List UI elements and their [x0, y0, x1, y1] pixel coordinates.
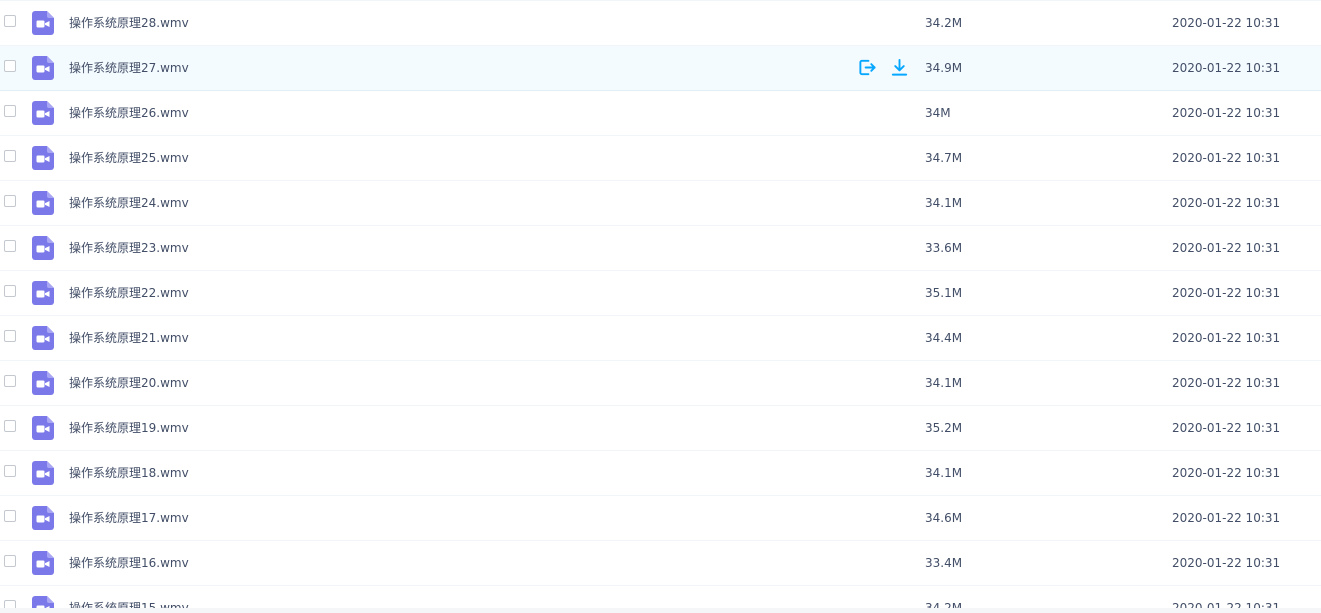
file-size: 35.2M: [925, 421, 963, 435]
file-size: 35.1M: [925, 286, 963, 300]
video-file-icon: [32, 506, 54, 530]
file-name[interactable]: 操作系统原理19.wmv: [69, 420, 189, 436]
row-checkbox[interactable]: [4, 420, 16, 432]
video-file-icon: [32, 371, 54, 395]
video-file-icon: [32, 56, 54, 80]
file-name[interactable]: 操作系统原理22.wmv: [69, 285, 189, 301]
file-size: 34M: [925, 106, 951, 120]
file-size: 33.6M: [925, 241, 963, 255]
row-checkbox[interactable]: [4, 150, 16, 162]
video-file-icon: [32, 551, 54, 575]
file-modified-date: 2020-01-22 10:31: [1172, 286, 1281, 300]
file-row[interactable]: 操作系统原理25.wmv 34.7M 2020-01-22 10:31: [0, 136, 1321, 181]
file-row[interactable]: 操作系统原理21.wmv 34.4M 2020-01-22 10:31: [0, 316, 1321, 361]
file-modified-date: 2020-01-22 10:31: [1172, 331, 1281, 345]
file-modified-date: 2020-01-22 10:31: [1172, 466, 1281, 480]
video-file-icon: [32, 191, 54, 215]
file-row[interactable]: 操作系统原理15.wmv 34.2M 2020-01-22 10:31: [0, 586, 1321, 609]
file-modified-date: 2020-01-22 10:31: [1172, 151, 1281, 165]
file-modified-date: 2020-01-22 10:31: [1172, 196, 1281, 210]
video-file-icon: [32, 281, 54, 305]
row-checkbox[interactable]: [4, 330, 16, 342]
file-name[interactable]: 操作系统原理18.wmv: [69, 465, 189, 481]
file-size: 34.6M: [925, 511, 963, 525]
video-file-icon: [32, 326, 54, 350]
file-name[interactable]: 操作系统原理23.wmv: [69, 240, 189, 256]
video-file-icon: [32, 101, 54, 125]
file-row[interactable]: 操作系统原理22.wmv 35.1M 2020-01-22 10:31: [0, 271, 1321, 316]
row-checkbox[interactable]: [4, 105, 16, 117]
file-modified-date: 2020-01-22 10:31: [1172, 106, 1281, 120]
file-size: 34.1M: [925, 466, 963, 480]
file-size: 34.7M: [925, 151, 963, 165]
file-name[interactable]: 操作系统原理21.wmv: [69, 330, 189, 346]
file-row[interactable]: 操作系统原理28.wmv 34.2M 2020-01-22 10:31: [0, 1, 1321, 46]
file-size: 34.4M: [925, 331, 963, 345]
file-modified-date: 2020-01-22 10:31: [1172, 241, 1281, 255]
file-row[interactable]: 操作系统原理16.wmv 33.4M 2020-01-22 10:31: [0, 541, 1321, 586]
video-file-icon: [32, 236, 54, 260]
video-file-icon: [32, 461, 54, 485]
row-checkbox[interactable]: [4, 465, 16, 477]
bottom-scroll-area: [0, 608, 1321, 613]
row-checkbox[interactable]: [4, 15, 16, 27]
file-name[interactable]: 操作系统原理16.wmv: [69, 555, 189, 571]
file-modified-date: 2020-01-22 10:31: [1172, 376, 1281, 390]
row-checkbox[interactable]: [4, 555, 16, 567]
file-size: 34.9M: [925, 61, 963, 75]
file-row[interactable]: 操作系统原理24.wmv 34.1M 2020-01-22 10:31: [0, 181, 1321, 226]
row-checkbox[interactable]: [4, 195, 16, 207]
video-file-icon: [32, 416, 54, 440]
file-row[interactable]: 操作系统原理26.wmv 34M 2020-01-22 10:31: [0, 91, 1321, 136]
row-checkbox[interactable]: [4, 375, 16, 387]
file-row[interactable]: 操作系统原理20.wmv 34.1M 2020-01-22 10:31: [0, 361, 1321, 406]
file-name[interactable]: 操作系统原理17.wmv: [69, 510, 189, 526]
file-name[interactable]: 操作系统原理25.wmv: [69, 150, 189, 166]
file-row[interactable]: 操作系统原理27.wmv 34.9M 2020-01-22 10:31: [0, 46, 1321, 91]
row-checkbox[interactable]: [4, 510, 16, 522]
file-modified-date: 2020-01-22 10:31: [1172, 556, 1281, 570]
file-size: 33.4M: [925, 556, 963, 570]
video-file-icon: [32, 146, 54, 170]
file-size: 34.2M: [925, 16, 963, 30]
row-checkbox[interactable]: [4, 60, 16, 72]
download-icon[interactable]: [890, 58, 909, 77]
file-name[interactable]: 操作系统原理24.wmv: [69, 195, 189, 211]
file-row[interactable]: 操作系统原理23.wmv 33.6M 2020-01-22 10:31: [0, 226, 1321, 271]
file-row[interactable]: 操作系统原理19.wmv 35.2M 2020-01-22 10:31: [0, 406, 1321, 451]
file-row[interactable]: 操作系统原理17.wmv 34.6M 2020-01-22 10:31: [0, 496, 1321, 541]
file-size: 34.1M: [925, 196, 963, 210]
video-file-icon: [32, 11, 54, 35]
file-modified-date: 2020-01-22 10:31: [1172, 61, 1281, 75]
row-checkbox[interactable]: [4, 285, 16, 297]
row-checkbox[interactable]: [4, 240, 16, 252]
file-size: 34.1M: [925, 376, 963, 390]
file-modified-date: 2020-01-22 10:31: [1172, 16, 1281, 30]
file-name[interactable]: 操作系统原理27.wmv: [69, 60, 189, 76]
file-name[interactable]: 操作系统原理28.wmv: [69, 15, 189, 31]
row-actions: [858, 58, 909, 77]
file-modified-date: 2020-01-22 10:31: [1172, 511, 1281, 525]
file-row[interactable]: 操作系统原理18.wmv 34.1M 2020-01-22 10:31: [0, 451, 1321, 496]
file-modified-date: 2020-01-22 10:31: [1172, 421, 1281, 435]
file-list: 操作系统原理28.wmv 34.2M 2020-01-22 10:31 操作系统…: [0, 0, 1321, 609]
file-name[interactable]: 操作系统原理26.wmv: [69, 105, 189, 121]
file-name[interactable]: 操作系统原理20.wmv: [69, 375, 189, 391]
share-icon[interactable]: [858, 58, 877, 77]
